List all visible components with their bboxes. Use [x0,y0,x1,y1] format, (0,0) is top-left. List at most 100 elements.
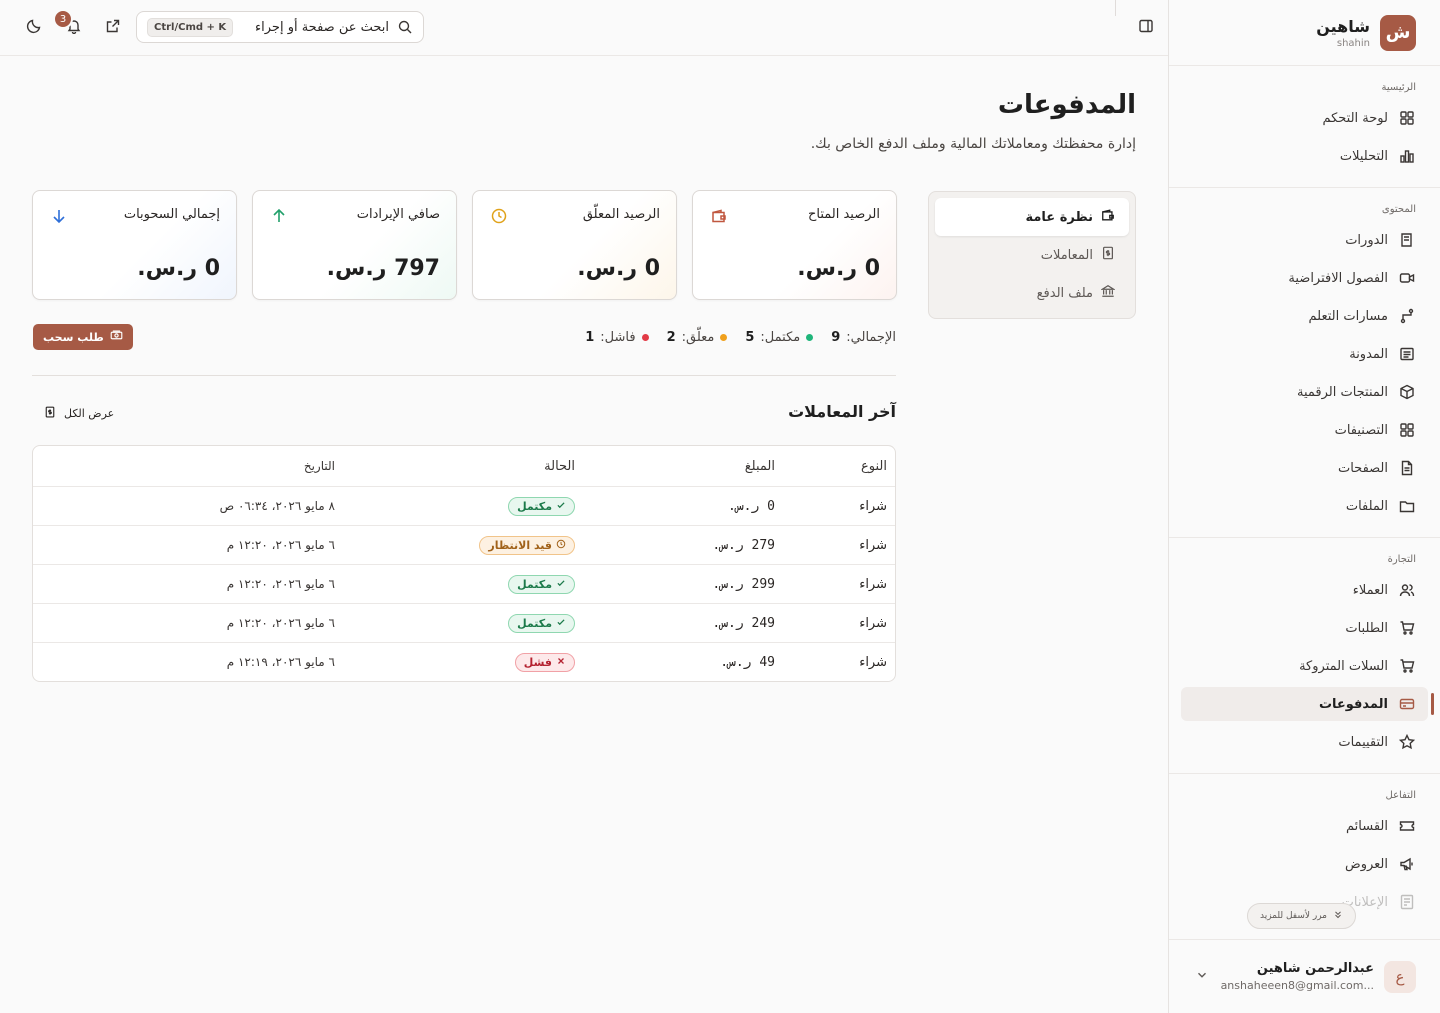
recent-transactions-table: النوع المبلغ الحالة التاريخ شراء 0 ر.س. … [32,445,896,682]
cell-type: شراء [859,654,887,670]
sidebar-item-courses[interactable]: الدورات [1181,223,1428,257]
cell-date: ٦ مايو ٢٠٢٦، ١٢:٢٠ م [226,577,335,591]
status-badge: قيد الانتظار [479,535,575,555]
sidebar-item-coupons[interactable]: القسائم [1181,809,1428,843]
ticket-icon [1398,817,1416,835]
cell-date: ٨ مايو ٢٠٢٦، ٠٦:٣٤ ص [219,499,335,513]
page-subtitle: إدارة محفظتك ومعاملاتك المالية وملف الدف… [810,136,1136,152]
sidebar-item-reviews[interactable]: التقييمات [1181,725,1428,759]
users-icon [1398,581,1416,599]
cell-status: مكتمل [345,496,585,516]
tab-payout-profile[interactable]: ملف الدفع [935,274,1129,312]
sidebar-item-digital-products[interactable]: المنتجات الرقمية [1181,375,1428,409]
cell-status: مكتمل [345,574,585,594]
card-total-withdrawals: إجمالي السحوبات 0 ر.س. [32,190,237,300]
card-value: 0 ر.س. [797,256,880,281]
brand-text: شاهين shahin [1316,17,1370,49]
sidebar-item-label: التصنيفات [1334,422,1388,438]
external-link-icon[interactable] [103,18,121,36]
stat-completed: مكتمل: 5 [745,329,814,345]
status-badge: مكتمل [508,574,575,594]
sidebar-item-label: التقييمات [1338,734,1388,750]
cell-amount: 249 ر.س. [712,615,775,631]
status-badge: مكتمل [508,613,575,633]
sidebar-item-label: القسائم [1346,818,1388,834]
clock-icon [556,539,566,552]
brand[interactable]: ش شاهين shahin [1169,0,1440,66]
recent-transactions-title: آخر المعاملات [788,402,896,421]
table-row[interactable]: شراء 0 ر.س. مكتمل ٨ مايو ٢٠٢٦، ٠٦:٣٤ ص [33,486,895,525]
sidebar-item-categories[interactable]: التصنيفات [1181,413,1428,447]
sidebar-item-pages[interactable]: الصفحات [1181,451,1428,485]
star-icon [1398,733,1416,751]
receipt-icon [44,406,56,421]
search-input[interactable]: ابحث عن صفحة أو إجراء Ctrl/Cmd + K [136,11,424,43]
sidebar-item-learning-paths[interactable]: مسارات التعلم [1181,299,1428,333]
scroll-more-button[interactable]: مرر لأسفل للمزيد [1246,903,1356,929]
sidebar-item-payments[interactable]: المدفوعات [1181,687,1434,721]
sidebar-item-label: السلات المتروكة [1299,658,1388,674]
sidebar-item-analytics[interactable]: التحليلات [1181,139,1428,173]
sidebar-item-virtual-classes[interactable]: الفصول الافتراضية [1181,261,1428,295]
sidebar-item-label: المدونة [1349,346,1388,362]
user-info: عبدالرحمن شاهين anshaheeen8@gmail.com... [1219,961,1374,992]
grid-icon [1398,109,1416,127]
card-pending-balance: الرصيد المعلّق 0 ر.س. [472,190,677,300]
withdraw-request-button[interactable]: طلب سحب [33,324,133,350]
file-icon [1398,459,1416,477]
clock-icon [489,208,507,226]
sidebar-item-dashboard[interactable]: لوحة التحكم [1181,101,1428,135]
notification-badge: 3 [53,9,73,29]
status-label: مكتمل [517,616,552,630]
column-header-status: الحالة [544,458,575,474]
sidebar-item-orders[interactable]: الطلبات [1181,611,1428,645]
cell-type: شراء [859,615,887,631]
tab-overview[interactable]: نظرة عامة [935,198,1129,236]
cell-amount: 49 ر.س. [720,654,775,670]
card-value: 797 ر.س. [326,256,440,281]
nav-section-title: الرئيسية [1381,82,1416,93]
tab-transactions[interactable]: المعاملات [935,236,1129,274]
cell-status: فشل [345,652,585,672]
status-dot [806,333,814,341]
sidebar-item-label: العملاء [1352,582,1388,598]
cell-amount: 279 ر.س. [712,537,775,553]
user-menu[interactable]: ع عبدالرحمن شاهين anshaheeen8@gmail.com.… [1169,939,1440,1013]
table-row[interactable]: شراء 49 ر.س. فشل ٦ مايو ٢٠٢٦، ١٢:١٩ م [33,642,895,681]
search-shortcut: Ctrl/Cmd + K [147,17,234,37]
sidebar-item-customers[interactable]: العملاء [1181,573,1428,607]
search-icon [397,19,413,35]
table-row[interactable]: شراء 249 ر.س. مكتمل ٦ مايو ٢٠٢٦، ١٢:٢٠ م [33,603,895,642]
page-title: المدفوعات [997,90,1136,120]
cell-status: قيد الانتظار [345,535,585,555]
bank-icon [1100,284,1116,302]
moon-icon[interactable] [24,18,42,36]
table-row[interactable]: شراء 279 ر.س. قيد الانتظار ٦ مايو ٢٠٢٦، … [33,525,895,564]
search-placeholder: ابحث عن صفحة أو إجراء [255,19,389,35]
sidebar-item-blog[interactable]: المدونة [1181,337,1428,371]
tab-label: المعاملات [1040,247,1093,263]
sidebar-item-label: العروض [1344,856,1388,872]
avatar: ع [1384,960,1416,993]
check-icon [556,578,566,591]
check-icon [556,617,566,630]
status-label: فشل [523,655,552,669]
sidebar-item-abandoned-carts[interactable]: السلات المتروكة [1181,649,1428,683]
sidebar-item-label: الصفحات [1337,460,1388,476]
arrow-down-icon [49,208,67,226]
status-badge: فشل [514,652,575,672]
cell-status: مكتمل [345,613,585,633]
sidebar-item-label: لوحة التحكم [1322,110,1388,126]
view-all-link[interactable]: عرض الكل [44,406,114,421]
status-label: مكتمل [517,577,552,591]
status-label: مكتمل [517,499,552,513]
sidebar-item-files[interactable]: الملفات [1181,489,1428,523]
stat-label: مكتمل: [760,329,801,345]
chevron-down-icon[interactable] [1195,967,1209,986]
user-name: عبدالرحمن شاهين [1256,961,1374,976]
sidebar-item-offers[interactable]: العروض [1181,847,1428,881]
grid-icon [1398,421,1416,439]
table-row[interactable]: شراء 299 ر.س. مكتمل ٦ مايو ٢٠٢٦، ١٢:٢٠ م [33,564,895,603]
sidebar-toggle-icon[interactable] [1134,18,1154,38]
nav-section-content: المحتوى الدورات الفصول الافتراضية مسارات… [1169,188,1440,538]
